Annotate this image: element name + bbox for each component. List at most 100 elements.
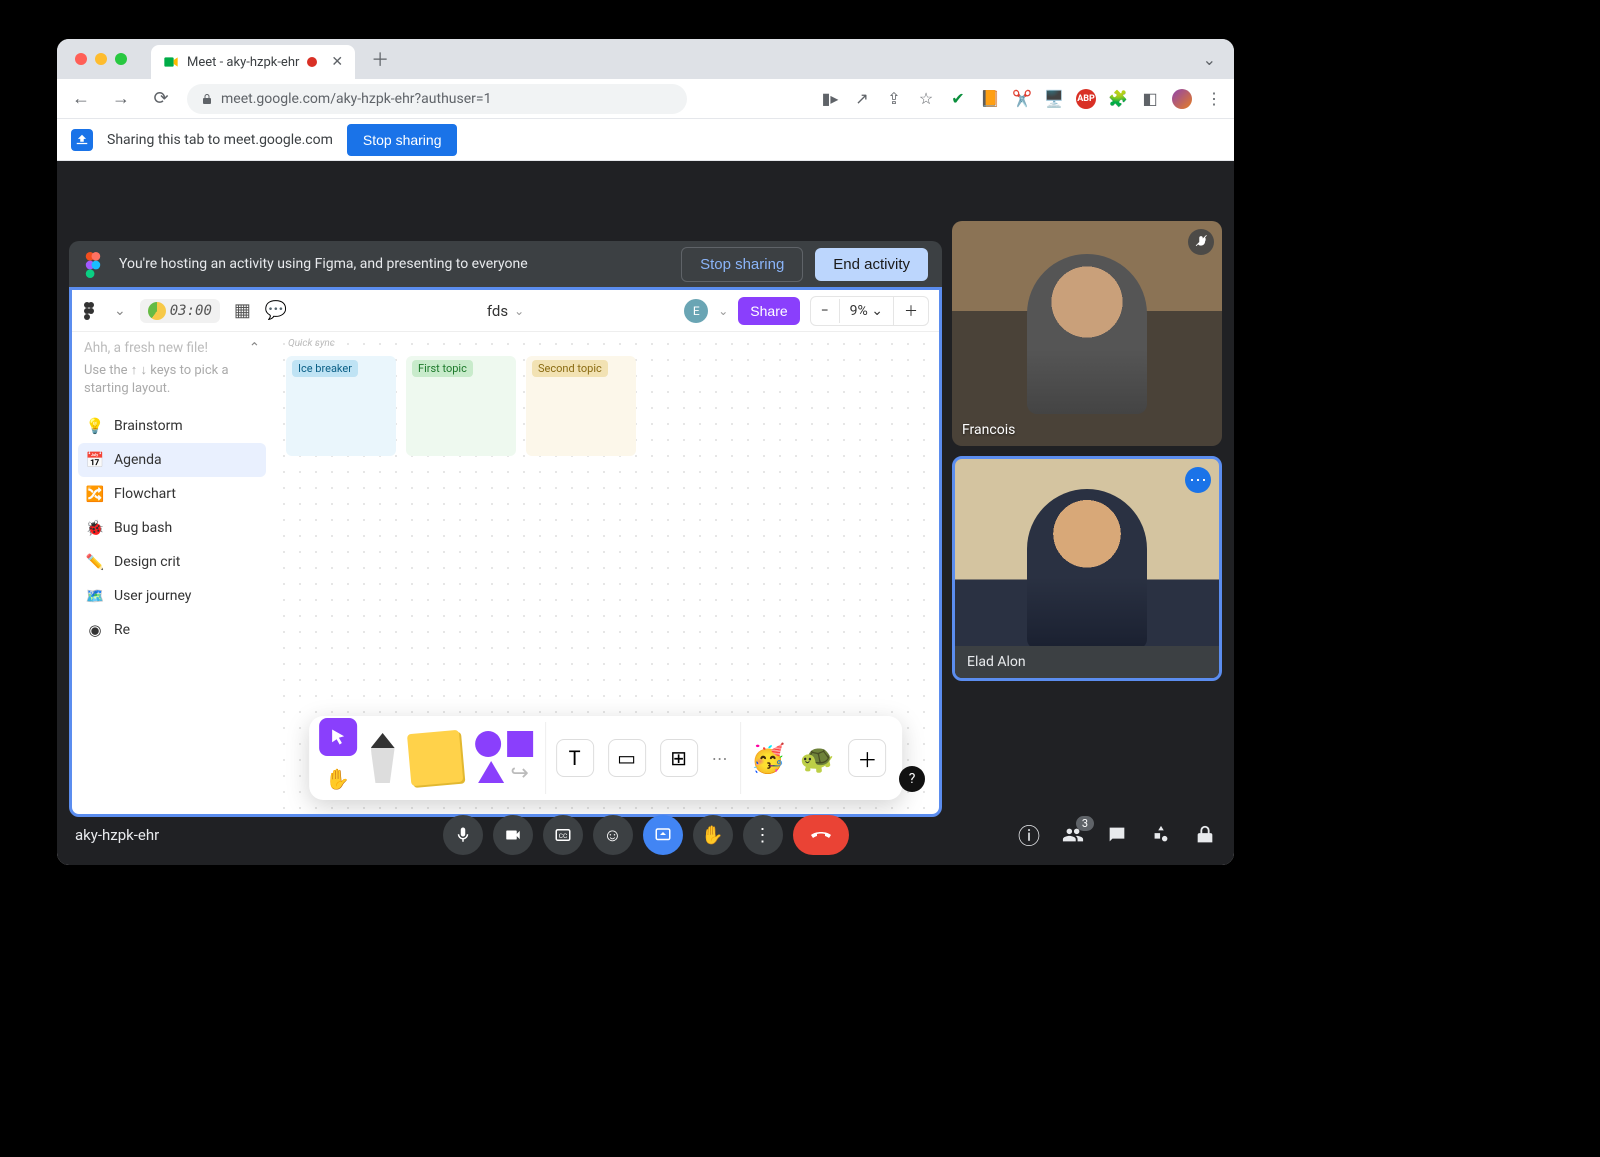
- profile-avatar-icon[interactable]: [1172, 89, 1192, 109]
- sharing-text: Sharing this tab to meet.google.com: [107, 132, 333, 148]
- participant-name: Francois: [962, 422, 1015, 438]
- template-item-user-journey[interactable]: 🗺️User journey: [78, 579, 266, 613]
- template-item-design-crit[interactable]: ✏️Design crit: [78, 545, 266, 579]
- template-item-re[interactable]: ◉Re: [78, 613, 266, 647]
- open-external-icon[interactable]: ↗: [852, 89, 872, 109]
- sharing-indicator-icon: [71, 129, 93, 151]
- ext-screen-icon[interactable]: 🖥️: [1044, 89, 1064, 109]
- new-tab-button[interactable]: ＋: [365, 46, 395, 72]
- template-item-flowchart[interactable]: 🔀 Flowchart: [78, 477, 266, 511]
- kebab-menu-icon[interactable]: ⋮: [1204, 89, 1224, 109]
- adblock-icon[interactable]: ABP: [1076, 89, 1096, 109]
- comment-icon[interactable]: 💬: [265, 300, 287, 321]
- meet-stage: You're hosting an activity using Figma, …: [57, 161, 1234, 865]
- zoom-value[interactable]: 9% ⌄: [839, 299, 893, 323]
- card-first-topic[interactable]: First topic: [406, 356, 516, 456]
- stamp-tool-2[interactable]: 🐢: [800, 742, 835, 775]
- people-button[interactable]: 3: [1062, 824, 1084, 846]
- sharing-info-bar: Sharing this tab to meet.google.com Stop…: [57, 119, 1234, 161]
- doc-name-text: fds: [487, 302, 508, 320]
- host-controls-button[interactable]: [1194, 824, 1216, 846]
- participant-tile-francois[interactable]: Francois: [952, 221, 1222, 446]
- window-controls: [65, 53, 137, 65]
- sidepanel-icon[interactable]: ◧: [1140, 89, 1160, 109]
- mic-button[interactable]: [443, 815, 483, 855]
- present-button[interactable]: [643, 815, 683, 855]
- meeting-details-button[interactable]: ⓘ: [1018, 819, 1040, 851]
- back-button[interactable]: ←: [67, 85, 95, 113]
- template-label: Brainstorm: [114, 418, 183, 434]
- url-field[interactable]: meet.google.com/aky-hzpk-ehr?authuser=1: [187, 84, 687, 114]
- shape-tool[interactable]: ↪: [475, 731, 533, 786]
- stop-sharing-button[interactable]: Stop sharing: [347, 124, 458, 156]
- help-button[interactable]: ?: [899, 766, 925, 792]
- figjam-canvas[interactable]: Quick sync Ice breaker First topic Secon…: [272, 332, 939, 814]
- reload-button[interactable]: ⟳: [147, 85, 175, 113]
- more-options-button[interactable]: ⋮: [743, 815, 783, 855]
- forward-button[interactable]: →: [107, 85, 135, 113]
- hand-tool[interactable]: ✋: [319, 760, 357, 798]
- browser-tab[interactable]: Meet - aky-hzpk-ehr ✕: [151, 45, 355, 79]
- template-item-agenda[interactable]: 📅Agenda: [78, 443, 266, 477]
- template-icon: 🔀: [86, 485, 104, 503]
- tabs-menu-icon[interactable]: ⌄: [1203, 50, 1226, 69]
- chevron-down-icon[interactable]: ⌄: [718, 304, 728, 318]
- zoom-out-button[interactable]: −: [811, 299, 839, 323]
- close-tab-icon[interactable]: ✕: [331, 54, 343, 70]
- raise-hand-button[interactable]: ✋: [693, 815, 733, 855]
- captions-button[interactable]: CC: [543, 815, 583, 855]
- leave-call-button[interactable]: [793, 815, 849, 855]
- template-icon: 🐞: [86, 519, 104, 537]
- participant-tile-self[interactable]: ⋯ Elad Alon: [952, 456, 1222, 681]
- template-icon: 🗺️: [86, 587, 104, 605]
- reactions-button[interactable]: ☺: [593, 815, 633, 855]
- template-label: Flowchart: [114, 486, 176, 502]
- camera-button[interactable]: [493, 815, 533, 855]
- bookmark-star-icon[interactable]: ☆: [916, 89, 936, 109]
- collapse-icon[interactable]: ⌃: [249, 340, 260, 356]
- template-item-brainstorm[interactable]: 💡Brainstorm: [78, 409, 266, 443]
- text-tool[interactable]: T: [556, 739, 594, 777]
- more-tools-icon[interactable]: ⋯: [712, 749, 728, 768]
- chat-button[interactable]: [1106, 824, 1128, 846]
- sticky-note-tool[interactable]: [406, 730, 462, 786]
- ext-green-icon[interactable]: ✔: [948, 89, 968, 109]
- zoom-in-button[interactable]: ＋: [893, 297, 928, 325]
- chevron-down-icon: ⌄: [514, 304, 524, 318]
- share-button[interactable]: Share: [738, 297, 799, 325]
- activities-button[interactable]: [1150, 824, 1172, 846]
- maximize-window-icon[interactable]: [115, 53, 127, 65]
- chevron-down-icon[interactable]: ⌄: [114, 303, 126, 319]
- user-avatar[interactable]: E: [684, 299, 708, 323]
- meet-favicon-icon: [163, 54, 179, 70]
- ext-books-icon[interactable]: 📙: [980, 89, 1000, 109]
- close-window-icon[interactable]: [75, 53, 87, 65]
- marker-tool[interactable]: [371, 733, 395, 783]
- layout-icon[interactable]: ▦: [234, 300, 251, 321]
- card-second-topic[interactable]: Second topic: [526, 356, 636, 456]
- figma-presentation: ⌄ 03:00 ▦ 💬 fds ⌄ E ⌄ Share − 9% ⌄ ＋: [69, 287, 942, 817]
- figjam-logo-icon[interactable]: [82, 302, 100, 320]
- activity-stop-sharing-button[interactable]: Stop sharing: [681, 247, 803, 282]
- doc-title[interactable]: fds ⌄: [487, 302, 524, 320]
- card-label: Ice breaker: [292, 360, 358, 377]
- template-item-bug-bash[interactable]: 🐞Bug bash: [78, 511, 266, 545]
- end-activity-button[interactable]: End activity: [815, 248, 928, 281]
- template-sidebar: Ahh, a fresh new file! ⌃ Use the ↑ ↓ key…: [72, 332, 272, 814]
- canvas-section-title: Quick sync: [288, 338, 335, 349]
- tile-more-icon[interactable]: ⋯: [1185, 467, 1211, 493]
- table-tool[interactable]: ⊞: [660, 739, 698, 777]
- ext-scissors-icon[interactable]: ✂️: [1012, 89, 1032, 109]
- meeting-id: aky-hzpk-ehr: [75, 826, 159, 844]
- minimize-window-icon[interactable]: [95, 53, 107, 65]
- card-ice-breaker[interactable]: Ice breaker: [286, 356, 396, 456]
- extensions-puzzle-icon[interactable]: 🧩: [1108, 89, 1128, 109]
- stamp-tool-1[interactable]: 🥳: [751, 742, 786, 775]
- lock-icon: [201, 93, 213, 105]
- camera-icon[interactable]: ▮▸: [820, 89, 840, 109]
- add-widget-button[interactable]: ＋: [848, 739, 886, 777]
- select-tool[interactable]: [319, 718, 357, 756]
- timer-chip[interactable]: 03:00: [140, 299, 220, 323]
- share-icon[interactable]: ⇪: [884, 89, 904, 109]
- section-tool[interactable]: ▭: [608, 739, 646, 777]
